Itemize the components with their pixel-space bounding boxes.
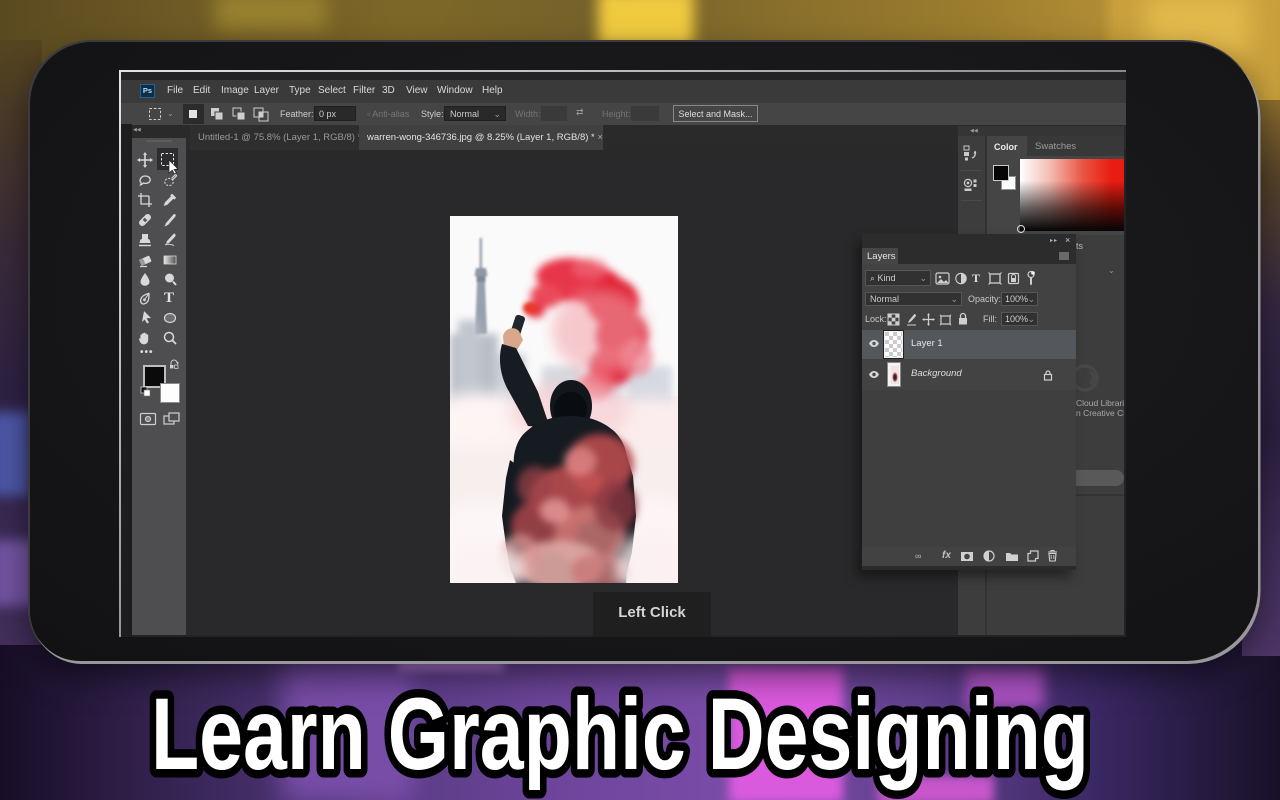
svg-text:Learn Graphic Designing: Learn Graphic Designing [151,677,1089,791]
